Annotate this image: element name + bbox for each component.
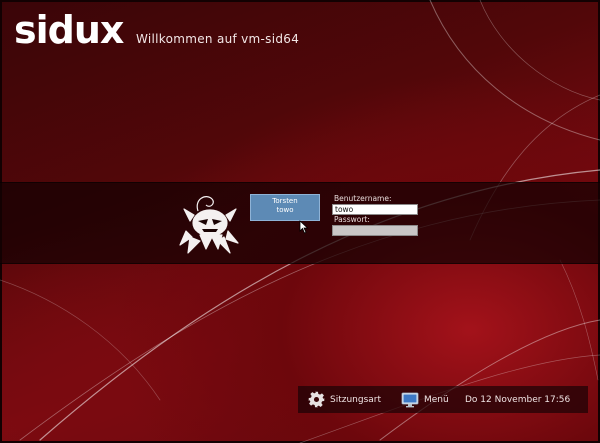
- password-label: Passwort:: [334, 215, 370, 224]
- clock: Do 12 November 17:56: [465, 394, 571, 405]
- menu-button[interactable]: Menü: [401, 386, 449, 413]
- session-type-button[interactable]: Sitzungsart: [308, 386, 381, 413]
- mouse-pointer-icon: [299, 220, 309, 234]
- monitor-icon: [401, 392, 419, 407]
- username-field[interactable]: [332, 204, 418, 215]
- user-entry-towo[interactable]: Torsten towo: [250, 194, 320, 221]
- user-login-name: towo: [276, 206, 294, 214]
- sidux-logo: sidux: [14, 8, 124, 52]
- gear-icon: [308, 391, 325, 408]
- username-label: Benutzername:: [334, 194, 392, 203]
- session-type-label: Sitzungsart: [330, 394, 382, 405]
- bottom-bar: Sitzungsart Menü Do 12 November 17:56: [298, 386, 588, 413]
- menu-label: Menü: [424, 394, 449, 405]
- sidux-mascot-icon: [179, 196, 239, 254]
- password-field[interactable]: [332, 225, 418, 236]
- login-panel: Torsten towo Benutzername: Passwort:: [0, 182, 600, 264]
- user-full-name: Torsten: [272, 197, 298, 205]
- login-screen: sidux Willkommen auf vm-sid64 Torsten to…: [0, 0, 600, 443]
- welcome-message: Willkommen auf vm-sid64: [136, 32, 300, 46]
